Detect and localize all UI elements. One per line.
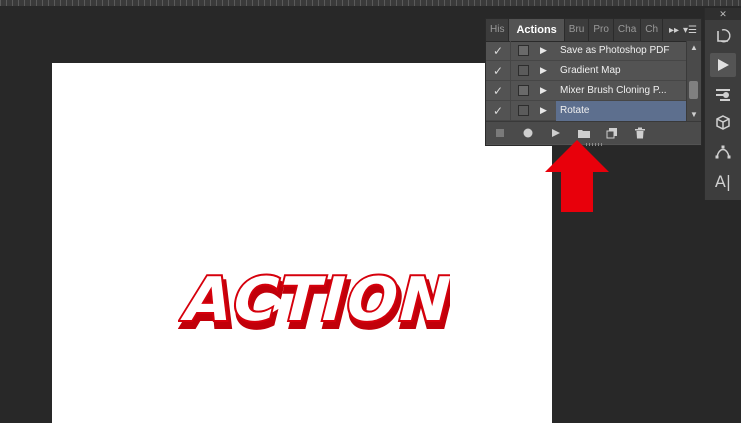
expand-triangle-icon[interactable]: ▶	[540, 65, 550, 76]
action-row[interactable]: ✓ ▶ Gradient Map	[486, 60, 686, 81]
paths-icon[interactable]	[710, 140, 736, 164]
close-icon[interactable]: ✕	[705, 8, 741, 20]
tab-properties[interactable]: Pro	[589, 19, 614, 41]
double-chevron-right-icon[interactable]: ▸▸	[669, 25, 679, 36]
dialog-toggle-icon[interactable]	[518, 65, 529, 76]
expand-triangle-icon[interactable]: ▶	[540, 105, 550, 116]
action-row-selected[interactable]: ✓ ▶ Rotate	[486, 100, 686, 121]
dialog-toggle-icon[interactable]	[518, 105, 529, 116]
panel-dock-strip: ✕ A|	[704, 8, 741, 200]
dialog-toggle-icon[interactable]	[518, 85, 529, 96]
actions-list: ✓ ▶ Save as Photoshop PDF ✓ ▶ Gradient M…	[486, 40, 686, 121]
panel-menu-icon[interactable]: ▾☰	[683, 25, 697, 36]
action-artwork: ACTION ACTION	[178, 263, 450, 336]
action-row[interactable]: ✓ ▶ Mixer Brush Cloning P...	[486, 80, 686, 101]
scroll-up-icon[interactable]: ▲	[690, 43, 698, 52]
check-icon[interactable]: ✓	[486, 44, 510, 58]
top-ruler	[0, 0, 741, 6]
actions-panel: His Actions Bru Pro Cha Ch ▸▸ ▾☰ ✓ ▶ Sav…	[485, 18, 702, 146]
character-icon[interactable]: A|	[710, 169, 736, 193]
check-icon[interactable]: ✓	[486, 64, 510, 78]
action-name: Gradient Map	[560, 65, 621, 76]
red-arrow-annotation	[545, 140, 609, 212]
tab-brush[interactable]: Bru	[565, 19, 590, 41]
history-icon[interactable]	[710, 24, 736, 48]
action-row[interactable]: ✓ ▶ Save as Photoshop PDF	[486, 40, 686, 61]
action-name: Save as Photoshop PDF	[560, 45, 670, 56]
brush-presets-icon[interactable]	[710, 82, 736, 106]
tab-actions[interactable]: Actions	[509, 19, 565, 41]
expand-triangle-icon[interactable]: ▶	[540, 45, 550, 56]
stop-icon[interactable]	[486, 122, 514, 144]
dialog-toggle-icon[interactable]	[518, 45, 529, 56]
expand-triangle-icon[interactable]: ▶	[540, 85, 550, 96]
actions-scrollbar[interactable]: ▲ ▼	[686, 41, 701, 121]
scroll-thumb[interactable]	[689, 81, 698, 99]
actions-play-icon[interactable]	[710, 53, 736, 77]
3d-icon[interactable]	[710, 111, 736, 135]
action-name: Rotate	[556, 100, 686, 121]
tab-character[interactable]: Cha	[614, 19, 642, 41]
delete-icon[interactable]	[626, 122, 654, 144]
document-canvas[interactable]	[52, 63, 552, 423]
record-icon[interactable]	[514, 122, 542, 144]
action-text: ACTION	[178, 265, 450, 335]
check-icon[interactable]: ✓	[486, 84, 510, 98]
panel-tabbar: His Actions Bru Pro Cha Ch ▸▸ ▾☰	[486, 19, 701, 42]
check-icon[interactable]: ✓	[486, 104, 510, 118]
tab-history[interactable]: His	[486, 19, 510, 41]
tab-channels[interactable]: Ch	[641, 19, 664, 41]
scroll-down-icon[interactable]: ▼	[690, 110, 698, 119]
action-name: Mixer Brush Cloning P...	[560, 85, 667, 96]
